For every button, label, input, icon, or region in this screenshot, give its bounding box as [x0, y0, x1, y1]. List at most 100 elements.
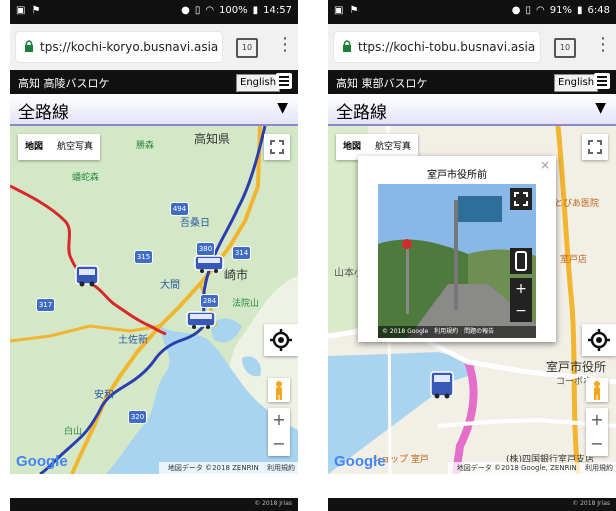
- sv-zoom-control: + −: [510, 278, 532, 322]
- dropdown-arrow-icon: ▼: [277, 100, 288, 116]
- url-text: ttps://kochi-tobu.busnavi.asia: [358, 40, 536, 54]
- bus-icon[interactable]: [74, 264, 100, 288]
- poi-label: 法院山: [232, 299, 260, 309]
- flag-icon: ⚑: [31, 5, 41, 16]
- vibrate-icon: ▯: [525, 5, 532, 16]
- popup-title: 室戸市役所前: [427, 170, 487, 181]
- map-label: 高知県: [194, 132, 231, 146]
- zoom-in-button[interactable]: +: [268, 408, 290, 432]
- poi-label: 蟠蛇森: [72, 173, 100, 183]
- wifi-icon: ◠: [536, 5, 545, 16]
- more-options-icon[interactable]: ⋮: [594, 36, 612, 54]
- clock: 6:48: [587, 5, 610, 16]
- url-field[interactable]: tps://kochi-koryo.busnavi.asia: [16, 32, 222, 62]
- location-icon: ●: [511, 5, 521, 16]
- zoom-control: + −: [268, 408, 290, 456]
- footer: © 2018 Jrias: [10, 498, 298, 511]
- flag-icon: ⚑: [349, 5, 359, 16]
- street-view-footer: © 2018 Google 利用規約 問題の報告: [378, 326, 536, 338]
- bus-icon[interactable]: [428, 370, 456, 400]
- location-icon: ●: [181, 5, 190, 16]
- dropdown-arrow-icon: ▼: [595, 100, 606, 116]
- terms-link[interactable]: 利用規約: [585, 464, 613, 472]
- bus-icon[interactable]: [186, 310, 216, 330]
- vibrate-icon: ▯: [194, 5, 201, 16]
- poi-label: とびあ医院: [554, 199, 600, 209]
- map-type-map-button[interactable]: 地図: [18, 134, 50, 160]
- app-title: 高知 東部バスロケ: [336, 77, 428, 90]
- map-label: 土佐新: [118, 335, 148, 346]
- route-shield: 284: [200, 294, 219, 308]
- map-view[interactable]: 高知県 勝森 蟠蛇森 吾桑日 崎市 大間 法院山 土佐新 安和 白山 494 3…: [10, 126, 298, 474]
- current-location-icon[interactable]: [582, 324, 616, 356]
- map-attribution: 地図データ ©2018 ZENRIN 利用規約: [158, 462, 298, 474]
- url-field[interactable]: ttps://kochi-tobu.busnavi.asia: [334, 32, 540, 62]
- hamburger-menu-icon[interactable]: [276, 73, 292, 89]
- route-shield: 494: [170, 202, 189, 216]
- route-title: 全路線: [336, 103, 387, 123]
- google-logo: Google: [16, 453, 68, 470]
- route-shield: 320: [128, 410, 147, 424]
- map-attribution: 地図データ ©2018 Google, ZENRIN 利用規約: [447, 462, 616, 474]
- map-label: 吾桑日: [180, 218, 210, 229]
- footer-spacer: [328, 474, 616, 498]
- current-location-icon[interactable]: [264, 324, 298, 356]
- stop-info-popup: × 室戸市役所前 + − © 2018 Google 利用規約 問題の報告: [358, 156, 556, 342]
- route-selector[interactable]: 全路線 ▼: [328, 94, 616, 126]
- hamburger-menu-icon[interactable]: [594, 73, 610, 89]
- gallery-icon: ▣: [16, 5, 26, 16]
- sv-zoom-in-button[interactable]: +: [510, 278, 532, 300]
- english-button[interactable]: English: [554, 74, 599, 92]
- battery-text: 91%: [549, 5, 573, 16]
- status-bar: ▣ ⚑ ● ▯ ◠ 100% ▮ 14:57: [10, 0, 298, 24]
- poi-label: 勝森: [136, 141, 155, 151]
- bus-icon[interactable]: [194, 254, 224, 274]
- poi-label: 室戸店: [560, 255, 588, 265]
- zoom-out-button[interactable]: −: [586, 432, 608, 456]
- sv-pegman-icon[interactable]: [510, 248, 532, 274]
- pegman-icon[interactable]: [586, 378, 608, 402]
- browser-address-bar: tps://kochi-koryo.busnavi.asia 10 ⋮: [10, 24, 298, 71]
- poi-label: 白山: [64, 427, 83, 437]
- lock-icon: [24, 39, 34, 55]
- sv-zoom-out-button[interactable]: −: [510, 300, 532, 322]
- map-view[interactable]: とびあ医院 室戸店 山本小 室戸市役所 コーポホー (株)四国銀行室戸支店 ショ…: [328, 126, 616, 474]
- gallery-icon: ▣: [334, 5, 344, 16]
- route-shield: 315: [134, 250, 153, 264]
- more-options-icon[interactable]: ⋮: [276, 36, 294, 54]
- pegman-icon[interactable]: [268, 378, 290, 402]
- fullscreen-icon[interactable]: [582, 134, 608, 160]
- english-button[interactable]: English: [236, 74, 281, 92]
- clock: 14:57: [263, 5, 292, 16]
- route-shield: 314: [232, 246, 251, 260]
- footer: © 2018 Jrias: [328, 498, 616, 511]
- tab-switcher-button[interactable]: 10: [236, 38, 258, 58]
- app-header: 高知 東部バスロケ English: [328, 70, 616, 94]
- zoom-out-button[interactable]: −: [268, 432, 290, 456]
- sv-fullscreen-icon[interactable]: [510, 188, 532, 210]
- sv-report-link[interactable]: 問題の報告: [464, 328, 494, 335]
- route-shield: 317: [36, 298, 55, 312]
- sv-terms-link[interactable]: 利用規約: [434, 328, 458, 335]
- tab-switcher-button[interactable]: 10: [554, 38, 576, 58]
- route-selector[interactable]: 全路線 ▼: [10, 94, 298, 126]
- status-bar: ▣ ⚑ ● ▯ ◠ 91% ▮ 6:48: [328, 0, 616, 24]
- terms-link[interactable]: 利用規約: [267, 464, 295, 472]
- url-text: tps://kochi-koryo.busnavi.asia: [40, 40, 219, 54]
- browser-address-bar: ttps://kochi-tobu.busnavi.asia 10 ⋮: [328, 24, 616, 71]
- map-type-toggle: 地図 航空写真: [18, 134, 101, 160]
- app-header: 高知 高陵バスロケ English: [10, 70, 298, 94]
- copyright-text: © 2018 Jrias: [254, 500, 292, 507]
- battery-text: 100%: [219, 5, 248, 16]
- zoom-in-button[interactable]: +: [586, 408, 608, 432]
- footer-spacer: [10, 474, 298, 498]
- battery-icon: ▮: [577, 5, 583, 16]
- street-view-panel[interactable]: + − © 2018 Google 利用規約 問題の報告: [378, 184, 536, 338]
- map-type-satellite-button[interactable]: 航空写真: [50, 134, 100, 160]
- fullscreen-icon[interactable]: [264, 134, 290, 160]
- map-label: 崎市: [224, 268, 249, 282]
- app-title: 高知 高陵バスロケ: [18, 77, 110, 90]
- map-label: 大間: [160, 280, 180, 291]
- wifi-icon: ◠: [205, 5, 215, 16]
- google-logo: Google: [334, 453, 386, 470]
